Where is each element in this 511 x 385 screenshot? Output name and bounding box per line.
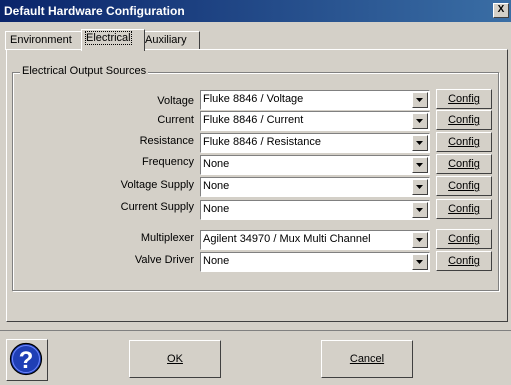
- multiplexer-config-button[interactable]: Config: [436, 229, 492, 249]
- resistance-select[interactable]: Fluke 8846 / Resistance: [200, 133, 430, 153]
- resistance-config-button[interactable]: Config: [436, 132, 492, 152]
- chevron-down-icon[interactable]: [412, 135, 428, 151]
- frequency-select[interactable]: None: [200, 155, 430, 175]
- voltage-supply-config-button[interactable]: Config: [436, 176, 492, 196]
- chevron-down-icon[interactable]: [412, 157, 428, 173]
- dialog-window: Default Hardware Configuration X Environ…: [0, 0, 511, 385]
- multiplexer-config-label: Config: [448, 233, 480, 245]
- multiplexer-select-value: Agilent 34970 / Mux Multi Channel: [203, 233, 371, 245]
- voltage-supply-select-value: None: [203, 180, 230, 192]
- current-label: Current: [157, 114, 194, 126]
- voltage-supply-config-label: Config: [448, 180, 480, 192]
- current-config-label: Config: [448, 114, 480, 126]
- resistance-config-label: Config: [448, 136, 480, 148]
- chevron-down-icon[interactable]: [412, 179, 428, 195]
- help-button[interactable]: ?: [6, 339, 48, 381]
- multiplexer-select[interactable]: Agilent 34970 / Mux Multi Channel: [200, 230, 430, 250]
- valve-driver-config-button[interactable]: Config: [436, 251, 492, 271]
- resistance-select-value: Fluke 8846 / Resistance: [203, 136, 322, 148]
- current-supply-config-button[interactable]: Config: [436, 199, 492, 219]
- frequency-config-label: Config: [448, 158, 480, 170]
- cancel-button[interactable]: Cancel: [321, 340, 413, 378]
- voltage-label: Voltage: [157, 95, 194, 107]
- chevron-down-icon[interactable]: [412, 254, 428, 270]
- voltage-select-value: Fluke 8846 / Voltage: [203, 93, 304, 105]
- chevron-down-icon[interactable]: [412, 113, 428, 129]
- close-button[interactable]: X: [493, 3, 509, 18]
- current-supply-config-label: Config: [448, 203, 480, 215]
- title-bar: Default Hardware Configuration X: [0, 0, 511, 22]
- current-supply-select-value: None: [203, 203, 230, 215]
- ok-button[interactable]: OK: [129, 340, 221, 378]
- chevron-down-icon[interactable]: [412, 92, 428, 108]
- valve-driver-select-value: None: [203, 255, 230, 267]
- voltage-config-label: Config: [448, 93, 480, 105]
- voltage-config-button[interactable]: Config: [436, 89, 492, 109]
- frequency-label: Frequency: [142, 156, 194, 168]
- frequency-config-button[interactable]: Config: [436, 154, 492, 174]
- tab-electrical[interactable]: Electrical: [81, 29, 145, 51]
- chevron-down-icon[interactable]: [412, 232, 428, 248]
- tab-environment-label: Environment: [10, 34, 72, 46]
- footer-divider: [0, 330, 511, 331]
- voltage-select[interactable]: Fluke 8846 / Voltage: [200, 90, 430, 110]
- voltage-supply-select[interactable]: None: [200, 177, 430, 197]
- tab-auxiliary[interactable]: Auxiliary: [140, 31, 200, 50]
- cancel-label: Cancel: [349, 353, 385, 365]
- group-label: Electrical Output Sources: [20, 65, 149, 77]
- svg-text:?: ?: [19, 347, 34, 374]
- current-select[interactable]: Fluke 8846 / Current: [200, 111, 430, 131]
- frequency-select-value: None: [203, 158, 230, 170]
- valve-driver-config-label: Config: [448, 255, 480, 267]
- voltage-supply-label: Voltage Supply: [120, 179, 194, 191]
- help-icon: ?: [9, 342, 43, 376]
- ok-label: OK: [167, 353, 183, 365]
- current-supply-select[interactable]: None: [200, 200, 430, 220]
- valve-driver-label: Valve Driver: [134, 254, 194, 266]
- resistance-label: Resistance: [139, 135, 194, 147]
- tab-auxiliary-label: Auxiliary: [145, 34, 187, 46]
- current-config-button[interactable]: Config: [436, 110, 492, 130]
- window-title: Default Hardware Configuration: [4, 4, 185, 18]
- tab-environment[interactable]: Environment: [5, 31, 87, 50]
- tab-electrical-label: Electrical: [85, 31, 132, 45]
- multiplexer-label: Multiplexer: [140, 232, 194, 244]
- current-supply-label: Current Supply: [120, 201, 194, 213]
- valve-driver-select[interactable]: None: [200, 252, 430, 272]
- current-select-value: Fluke 8846 / Current: [203, 114, 304, 126]
- chevron-down-icon[interactable]: [412, 202, 428, 218]
